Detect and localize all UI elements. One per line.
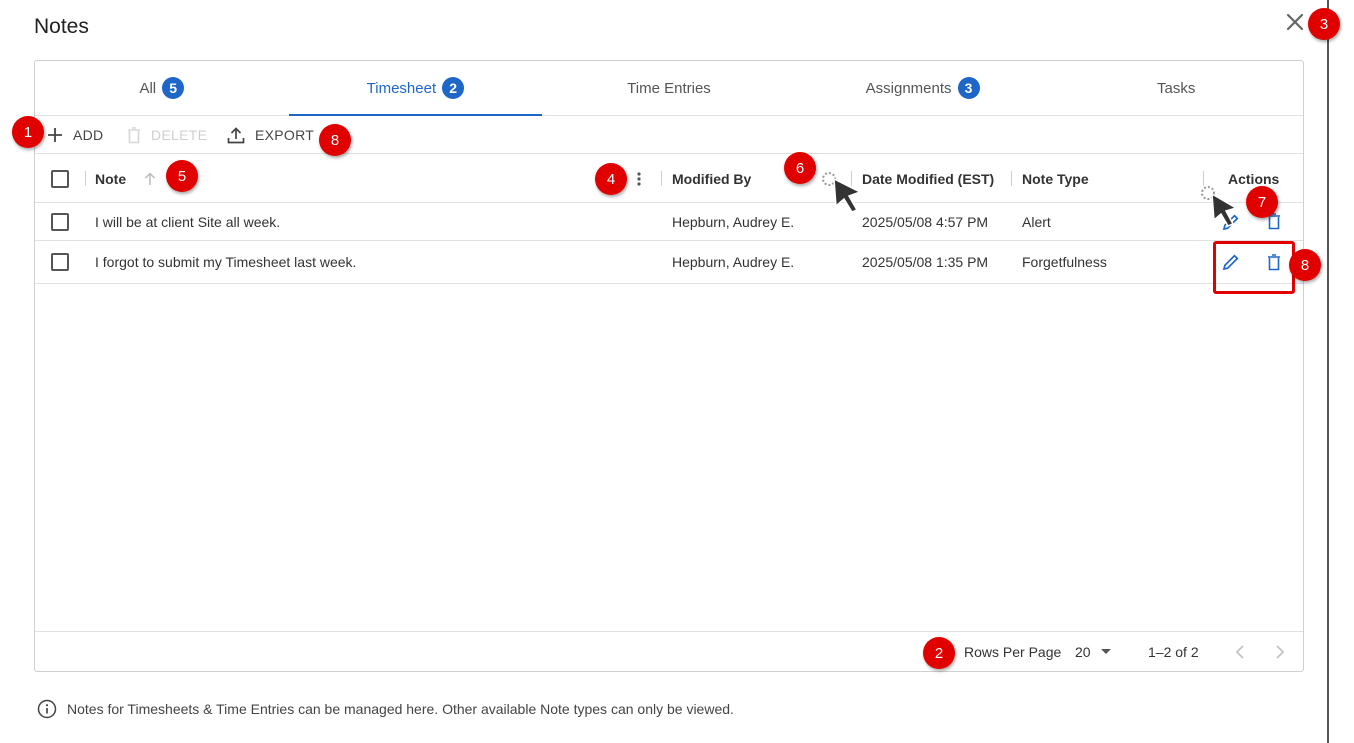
annotation-marker: 4 [595, 163, 627, 195]
column-header-label: Note [95, 170, 127, 187]
chevron-down-icon [1100, 648, 1111, 654]
pagination-bar: Rows Per Page 20 1–2 of 2 [35, 631, 1303, 671]
rows-per-page-select[interactable]: 20 [1075, 632, 1111, 671]
table-row[interactable]: I will be at client Site all week. Hepbu… [35, 203, 1303, 241]
tab-timesheet[interactable]: Timesheet 2 [288, 61, 543, 116]
grid-header-row: Note Modified By Date Modified (EST) Not… [35, 154, 1303, 203]
column-separator[interactable] [1011, 171, 1012, 186]
info-icon [37, 699, 57, 719]
tab-bar: All 5 Timesheet 2 Time Entries Assignmen… [35, 61, 1303, 116]
tab-all[interactable]: All 5 [35, 61, 289, 115]
date-modified-cell: 2025/05/08 4:57 PM [862, 213, 989, 230]
trash-icon [128, 126, 140, 143]
column-separator[interactable] [85, 171, 86, 186]
note-type-cell: Alert [1022, 213, 1051, 230]
info-text: Notes for Timesheets & Time Entries can … [67, 701, 734, 717]
select-all-cell [51, 154, 69, 203]
notes-panel: All 5 Timesheet 2 Time Entries Assignmen… [34, 60, 1304, 672]
table-row[interactable]: I forgot to submit my Timesheet last wee… [35, 241, 1303, 284]
column-header-note-type[interactable]: Note Type [1022, 154, 1089, 203]
export-button[interactable]: EXPORT [227, 116, 314, 154]
tab-assignments[interactable]: Assignments 3 [796, 61, 1050, 115]
toolbar: ADD DELETE EXPORT [35, 116, 1303, 154]
annotation-marker: 6 [784, 152, 816, 184]
column-menu-button[interactable] [636, 154, 642, 203]
column-header-date-modified[interactable]: Date Modified (EST) [862, 154, 994, 203]
modified-by-cell: Hepburn, Audrey E. [672, 254, 795, 270]
add-button[interactable]: ADD [47, 116, 103, 154]
chevron-right-icon [1276, 644, 1285, 659]
column-header-label: Note Type [1022, 170, 1089, 187]
mouse-pointer-icon [822, 172, 862, 213]
notes-dialog: Notes All 5 Timesheet 2 Time Entries Ass… [0, 0, 1354, 743]
column-header-note[interactable]: Note [95, 154, 156, 203]
column-header-modified-by[interactable]: Modified By [672, 154, 751, 203]
previous-page-button[interactable] [1235, 632, 1245, 671]
column-separator[interactable] [661, 171, 662, 186]
date-modified-cell: 2025/05/08 1:35 PM [862, 254, 989, 270]
column-header-label: Date Modified (EST) [862, 170, 995, 187]
row-checkbox[interactable] [51, 253, 69, 271]
row-select-cell [51, 241, 69, 283]
next-page-button[interactable] [1275, 632, 1285, 671]
tab-label: Tasks [1157, 79, 1196, 97]
annotation-marker: 2 [923, 637, 955, 669]
delete-button[interactable]: DELETE [127, 116, 207, 154]
note-cell: I will be at client Site all week. [95, 213, 281, 230]
tab-label: Timesheet [366, 79, 437, 97]
kebab-menu-icon [637, 171, 641, 186]
annotation-marker: 7 [1246, 186, 1278, 218]
note-type-cell: Forgetfulness [1022, 254, 1107, 270]
tab-count-badge: 2 [442, 77, 465, 99]
tab-count-badge: 5 [162, 77, 185, 99]
select-all-checkbox[interactable] [51, 169, 69, 188]
annotation-marker: 8 [1289, 249, 1321, 281]
row-checkbox[interactable] [51, 212, 69, 231]
window-edge-divider [1327, 0, 1329, 743]
close-icon [1286, 13, 1304, 31]
sort-up-arrow-icon[interactable] [144, 171, 156, 186]
dialog-title: Notes [34, 15, 89, 38]
close-button[interactable] [1283, 10, 1307, 34]
tab-label: Time Entries [627, 79, 711, 97]
annotation-marker: 5 [166, 160, 198, 192]
tab-tasks[interactable]: Tasks [1049, 61, 1303, 115]
column-header-label: Modified By [672, 170, 752, 187]
tab-count-badge: 3 [957, 77, 980, 99]
delete-button-label: DELETE [151, 127, 208, 143]
modified-by-cell: Hepburn, Audrey E. [672, 213, 795, 230]
tab-time-entries[interactable]: Time Entries [542, 61, 796, 115]
annotation-marker: 3 [1308, 8, 1340, 40]
actions-highlight-box [1213, 241, 1295, 294]
info-message: Notes for Timesheets & Time Entries can … [37, 699, 734, 719]
row-select-cell [51, 203, 69, 240]
page-range: 1–2 of 2 [1148, 643, 1199, 660]
tab-label: All [139, 79, 157, 97]
annotation-marker: 8 [319, 124, 351, 156]
mouse-pointer-icon [1201, 186, 1238, 227]
tab-label: Assignments [865, 79, 952, 97]
plus-icon [48, 128, 62, 142]
annotation-marker: 1 [12, 116, 44, 148]
upload-icon [227, 126, 245, 143]
add-button-label: ADD [73, 127, 104, 143]
rows-per-page-label: Rows Per Page [964, 643, 1062, 660]
note-cell: I forgot to submit my Timesheet last wee… [95, 254, 357, 270]
export-button-label: EXPORT [255, 127, 315, 143]
chevron-left-icon [1235, 644, 1244, 659]
rows-per-page-value: 20 [1075, 643, 1091, 660]
